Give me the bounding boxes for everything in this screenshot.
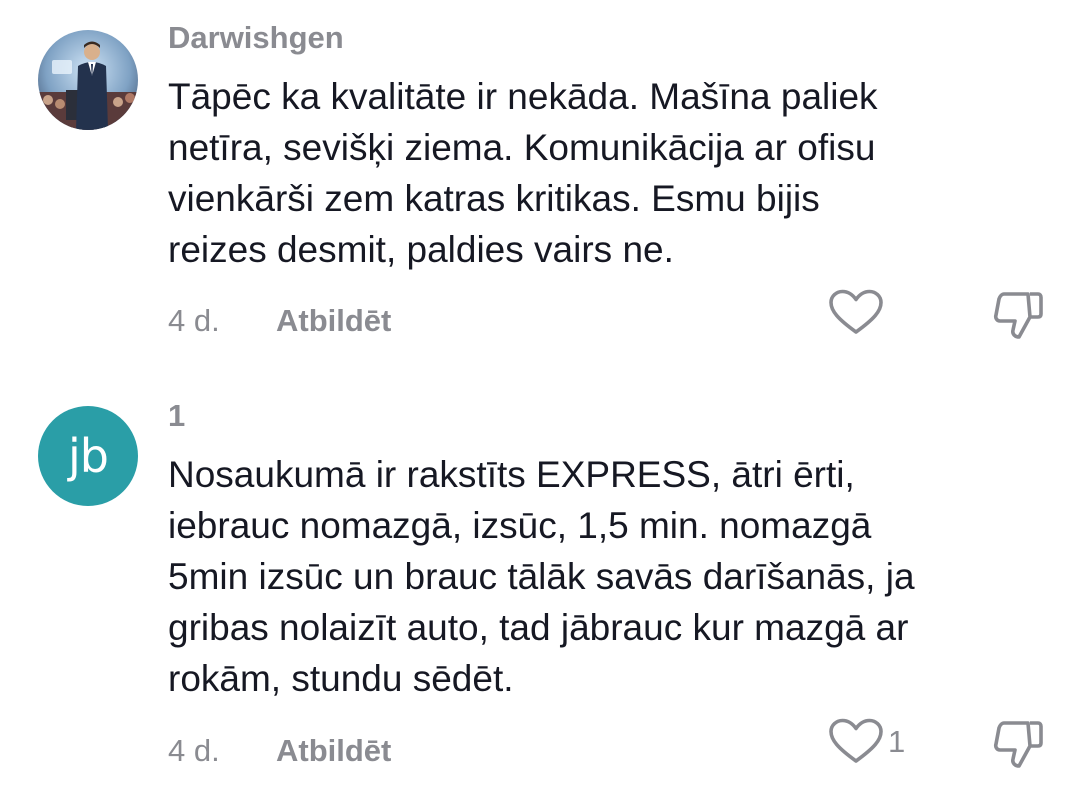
username[interactable]: Darwishgen	[168, 20, 344, 56]
reply-button[interactable]: Atbildēt	[276, 303, 391, 339]
comment-text: Tāpēc ka kvalitāte ir nekāda. Mašīna pal…	[168, 76, 878, 270]
like-count: 1	[888, 724, 906, 759]
avatar-initials: jb	[68, 429, 109, 483]
comment-item: Darwishgen Tāpēc ka kvalitāte ir nekāda.…	[0, 0, 1080, 360]
comment-text: Nosaukumā ir rakstīts EXPRESS, ātri ērti…	[168, 454, 915, 699]
heart-icon	[829, 718, 883, 763]
heart-icon	[829, 289, 883, 334]
avatar[interactable]	[38, 30, 138, 130]
username[interactable]: 1	[168, 398, 185, 434]
like-button[interactable]	[828, 718, 884, 766]
dislike-button[interactable]	[990, 718, 1046, 770]
dislike-button[interactable]	[990, 289, 1046, 341]
avatar[interactable]: jb	[38, 406, 138, 506]
comment-time: 4 d.	[168, 733, 220, 768]
comment-item: jb 1 Nosaukumā ir rakstīts EXPRESS, ātri…	[0, 380, 1080, 793]
like-button[interactable]	[828, 289, 884, 337]
comment-time: 4 d.	[168, 303, 220, 338]
reply-button[interactable]: Atbildēt	[276, 733, 391, 769]
thumbs-down-icon	[993, 292, 1043, 339]
thumbs-down-icon	[993, 721, 1043, 768]
